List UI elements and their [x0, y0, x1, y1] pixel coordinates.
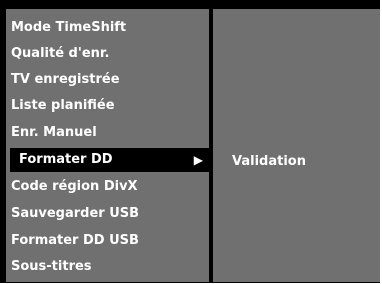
menu-item-tv-enregistree[interactable]: TV enregistrée	[6, 67, 209, 93]
screen: Mode TimeShift Qualité d'enr. TV enregis…	[0, 0, 382, 284]
menu-item-label: Sauvegarder USB	[11, 206, 140, 221]
menu-item-mode-timeshift[interactable]: Mode TimeShift	[6, 15, 209, 41]
menu-item-label: Mode TimeShift	[11, 20, 127, 35]
right-triangle-icon: ▶	[193, 153, 203, 167]
menu-item-formater-dd-usb[interactable]: Formater DD USB	[6, 228, 209, 254]
menu-item-sous-titres[interactable]: Sous-titres	[6, 254, 209, 280]
menu-item-label: Formater DD	[19, 152, 113, 167]
menu-item-formater-dd[interactable]: Formater DD ▶	[10, 148, 209, 172]
menu-item-label: Sous-titres	[11, 259, 92, 274]
menu-item-label: Code région DivX	[11, 179, 138, 194]
menu-item-label: TV enregistrée	[11, 72, 120, 87]
menu-item-qualite-enr[interactable]: Qualité d'enr.	[6, 41, 209, 67]
menu-item-label: Enr. Manuel	[11, 125, 97, 140]
menu-item-enr-manuel[interactable]: Enr. Manuel	[6, 120, 209, 146]
menu-item-code-region-divx[interactable]: Code région DivX	[6, 174, 209, 200]
submenu-item-validation[interactable]: Validation	[232, 149, 306, 175]
menu-item-label: Qualité d'enr.	[11, 46, 110, 61]
submenu-panel	[213, 9, 380, 282]
submenu-item-label: Validation	[232, 154, 306, 169]
menu-item-liste-planifiee[interactable]: Liste planifiée	[6, 93, 209, 119]
menu-item-label: Formater DD USB	[11, 233, 139, 248]
menu-item-sauvegarder-usb[interactable]: Sauvegarder USB	[6, 201, 209, 227]
menu-item-label: Liste planifiée	[11, 98, 115, 113]
